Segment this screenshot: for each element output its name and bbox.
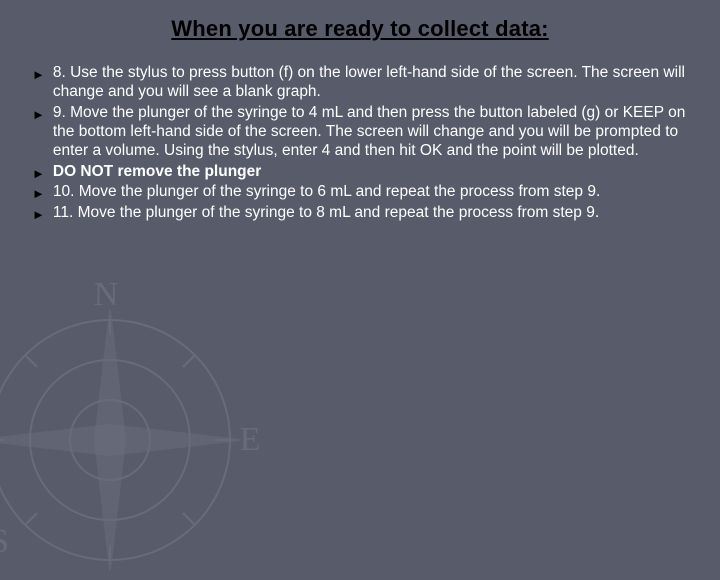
bullet-text: 9. Move the plunger of the syringe to 4 … — [53, 104, 692, 161]
list-item: ► DO NOT remove the plunger — [32, 163, 692, 182]
bullet-text: DO NOT remove the plunger — [53, 163, 692, 182]
bullet-list: ► 8. Use the stylus to press button (f) … — [28, 64, 692, 223]
list-item: ► 11. Move the plunger of the syringe to… — [32, 204, 692, 223]
compass-deco-icon: N E S — [0, 260, 330, 580]
bullet-text: 8. Use the stylus to press button (f) on… — [53, 64, 692, 102]
bullet-marker-icon: ► — [32, 207, 45, 223]
slide: N E S When you are ready to collect data… — [0, 0, 720, 540]
bullet-marker-icon: ► — [32, 67, 45, 83]
list-item: ► 10. Move the plunger of the syringe to… — [32, 183, 692, 202]
bullet-marker-icon: ► — [32, 107, 45, 123]
bullet-text: 10. Move the plunger of the syringe to 6… — [53, 183, 692, 202]
list-item: ► 9. Move the plunger of the syringe to … — [32, 104, 692, 161]
svg-text:S: S — [0, 523, 9, 560]
svg-text:N: N — [94, 276, 119, 313]
list-item: ► 8. Use the stylus to press button (f) … — [32, 64, 692, 102]
svg-text:E: E — [240, 421, 261, 458]
bullet-marker-icon: ► — [32, 186, 45, 202]
bullet-marker-icon: ► — [32, 166, 45, 182]
slide-title: When you are ready to collect data: — [28, 16, 692, 42]
bullet-text: 11. Move the plunger of the syringe to 8… — [53, 204, 692, 223]
